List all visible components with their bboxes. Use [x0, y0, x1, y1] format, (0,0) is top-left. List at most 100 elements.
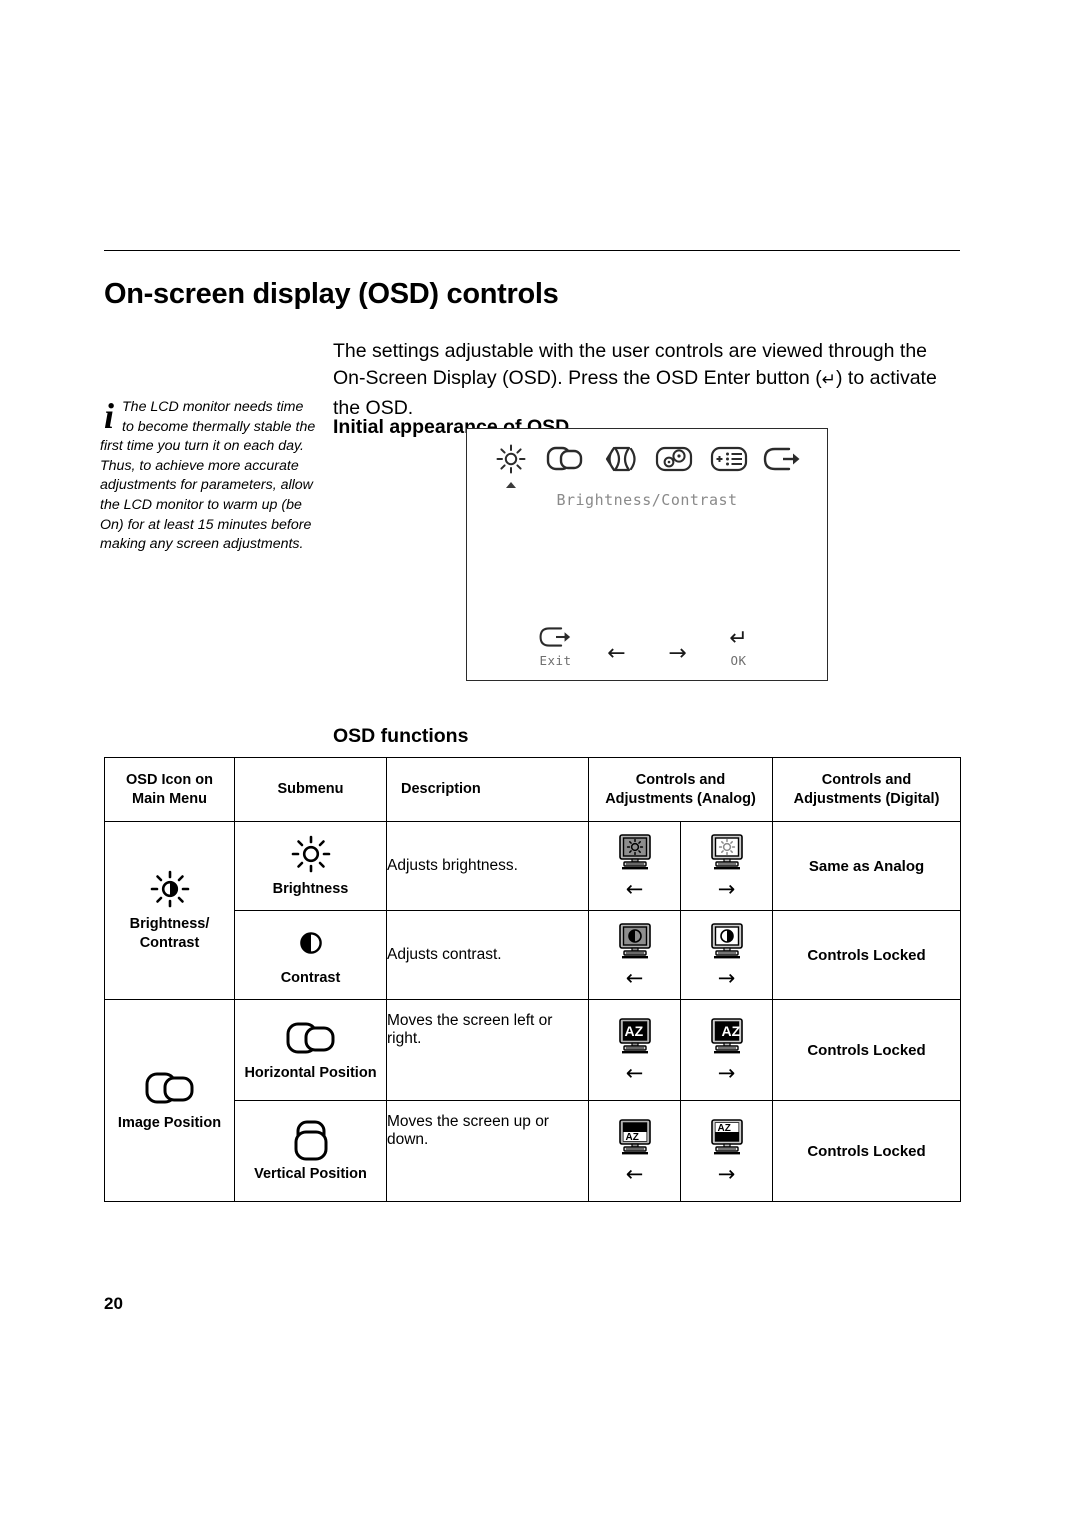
exit-icon [525, 625, 586, 653]
svg-text:AZ: AZ [721, 1023, 740, 1039]
osd-menu-item-brightness-contrast[interactable] [489, 439, 533, 488]
arrow-left-icon: ← [625, 876, 644, 901]
cell-analog-decrease-contrast: ← [588, 910, 681, 1000]
cell-description-contrast: Adjusts contrast. [386, 910, 589, 1000]
cell-analog-increase-brightness: → [679, 821, 774, 911]
arrow-left-icon: ← [625, 1060, 644, 1085]
cell-submenu-vertical-position-label: Vertical Position [254, 1165, 367, 1182]
cell-description-brightness: Adjusts brightness. [386, 821, 589, 911]
osd-footer-left[interactable]: ← [586, 640, 647, 668]
osd-footer-exit[interactable]: Exit [525, 625, 586, 668]
horizontal-position-icon [235, 1018, 386, 1060]
arrow-left-icon: ← [625, 965, 644, 990]
monitor-vpos-up-icon: AZ [681, 1118, 772, 1156]
header-analog-line2: Adjustments (Analog) [605, 790, 756, 807]
monitor-hpos-right-icon: AZ [681, 1017, 772, 1055]
header-digital-line2: Adjustments (Digital) [793, 790, 940, 807]
header-main-menu: OSD Icon on Main Menu [104, 757, 235, 822]
cell-digital-horizontal-position: Controls Locked [772, 999, 962, 1101]
heading-osd-functions: OSD functions [333, 725, 469, 748]
cell-main-brightness-contrast-line1: Brightness/ [129, 915, 210, 932]
table-row: Brightness/ Contrast Brightness Adjusts … [104, 821, 962, 1000]
osd-menu-item-exit[interactable] [761, 439, 805, 479]
osd-menu-iconbar [467, 437, 827, 488]
arrow-right-icon: → [717, 876, 736, 901]
osd-menu-item-image-properties[interactable] [652, 439, 696, 479]
cell-description-horizontal-position: Moves the screen left or right. [386, 999, 589, 1101]
contrast-icon [235, 923, 386, 965]
arrow-right-icon: → [717, 965, 736, 990]
cell-submenu-vertical-position: Vertical Position [234, 1100, 387, 1202]
image-properties-icon [655, 444, 693, 474]
header-digital: Controls and Adjustments (Digital) [772, 757, 962, 822]
osd-preview-box: Brightness/Contrast Exit ← → ↵ OK [466, 428, 828, 681]
options-icon [710, 445, 748, 473]
osd-footer-right[interactable]: → [647, 640, 708, 668]
arrow-left-icon: ← [607, 641, 626, 666]
arrow-right-icon: → [668, 641, 687, 666]
osd-selection-caret-icon [506, 482, 516, 488]
image-position-icon [546, 444, 584, 474]
page-number: 20 [104, 1294, 123, 1313]
margin-note-text: The LCD monitor needs time to become the… [100, 399, 316, 553]
cell-digital-vertical-position: Controls Locked [772, 1100, 962, 1202]
cell-digital-contrast: Controls Locked [772, 910, 962, 1000]
osd-footer-ok-label: OK [730, 653, 747, 668]
cell-main-brightness-contrast-line2: Contrast [139, 934, 200, 951]
header-analog-line1: Controls and [635, 771, 726, 788]
osd-functions-table: OSD Icon on Main Menu Submenu Descriptio… [104, 757, 962, 1202]
margin-note: i The LCD monitor needs time to become t… [100, 398, 318, 555]
table-row: Image Position Horizontal Position Moves… [104, 999, 962, 1202]
arrow-left-icon: ← [625, 1161, 644, 1186]
osd-footer-bar: Exit ← → ↵ OK [467, 625, 827, 668]
intro-paragraph: The settings adjustable with the user co… [333, 338, 943, 423]
svg-text:AZ: AZ [717, 1123, 730, 1134]
cell-submenu-horizontal-position: Horizontal Position [234, 999, 387, 1101]
brightness-contrast-icon [105, 869, 234, 911]
monitor-vpos-down-icon: AZ [589, 1118, 680, 1156]
header-description: Description [386, 757, 589, 822]
cell-submenu-brightness-label: Brightness [272, 880, 349, 897]
exit-icon [763, 445, 803, 473]
monitor-brightness-up-icon [681, 833, 772, 871]
image-setup-icon [601, 444, 639, 474]
cell-analog-decrease-brightness: ← [588, 821, 681, 911]
monitor-contrast-up-icon [681, 922, 772, 960]
vertical-position-icon [235, 1119, 386, 1161]
monitor-brightness-down-icon [589, 833, 680, 871]
monitor-contrast-down-icon [589, 922, 680, 960]
cell-submenu-brightness: Brightness [234, 821, 387, 911]
header-main-menu-line2: Main Menu [132, 790, 207, 807]
monitor-hpos-left-icon: AZ [589, 1017, 680, 1055]
osd-menu-item-options[interactable] [707, 439, 751, 479]
osd-menu-item-image-position[interactable] [543, 439, 587, 479]
osd-footer-exit-label: Exit [539, 653, 572, 668]
enter-key-icon: ↵ [821, 370, 837, 390]
header-analog: Controls and Adjustments (Analog) [587, 757, 774, 822]
info-i-icon: i [104, 396, 115, 436]
brightness-icon [235, 834, 386, 876]
svg-text:AZ: AZ [625, 1132, 638, 1143]
cell-main-image-position: Image Position [104, 999, 235, 1202]
document-page: On-screen display (OSD) controls The set… [0, 0, 1080, 1528]
cell-description-vertical-position: Moves the screen up or down. [386, 1100, 589, 1202]
header-submenu: Submenu [234, 757, 387, 822]
page-title: On-screen display (OSD) controls [104, 278, 559, 311]
arrow-right-icon: → [717, 1161, 736, 1186]
cell-analog-decrease-horizontal-position: AZ ← [588, 999, 681, 1101]
osd-menu-item-image-setup[interactable] [598, 439, 642, 479]
header-rule [104, 250, 960, 251]
cell-analog-increase-contrast: → [679, 910, 774, 1000]
osd-footer-ok[interactable]: ↵ OK [708, 625, 769, 668]
svg-text:AZ: AZ [624, 1023, 643, 1039]
arrow-right-icon: → [717, 1060, 736, 1085]
cell-digital-brightness: Same as Analog [772, 821, 962, 911]
header-main-menu-line1: OSD Icon on [126, 771, 213, 788]
enter-icon: ↵ [729, 626, 748, 651]
cell-main-brightness-contrast: Brightness/ Contrast [104, 821, 235, 1000]
cell-submenu-contrast: Contrast [234, 910, 387, 1000]
table-header-row: OSD Icon on Main Menu Submenu Descriptio… [104, 757, 962, 822]
header-digital-line1: Controls and [821, 771, 912, 788]
cell-analog-decrease-vertical-position: AZ ← [588, 1100, 681, 1202]
cell-main-image-position-label: Image Position [117, 1115, 222, 1131]
